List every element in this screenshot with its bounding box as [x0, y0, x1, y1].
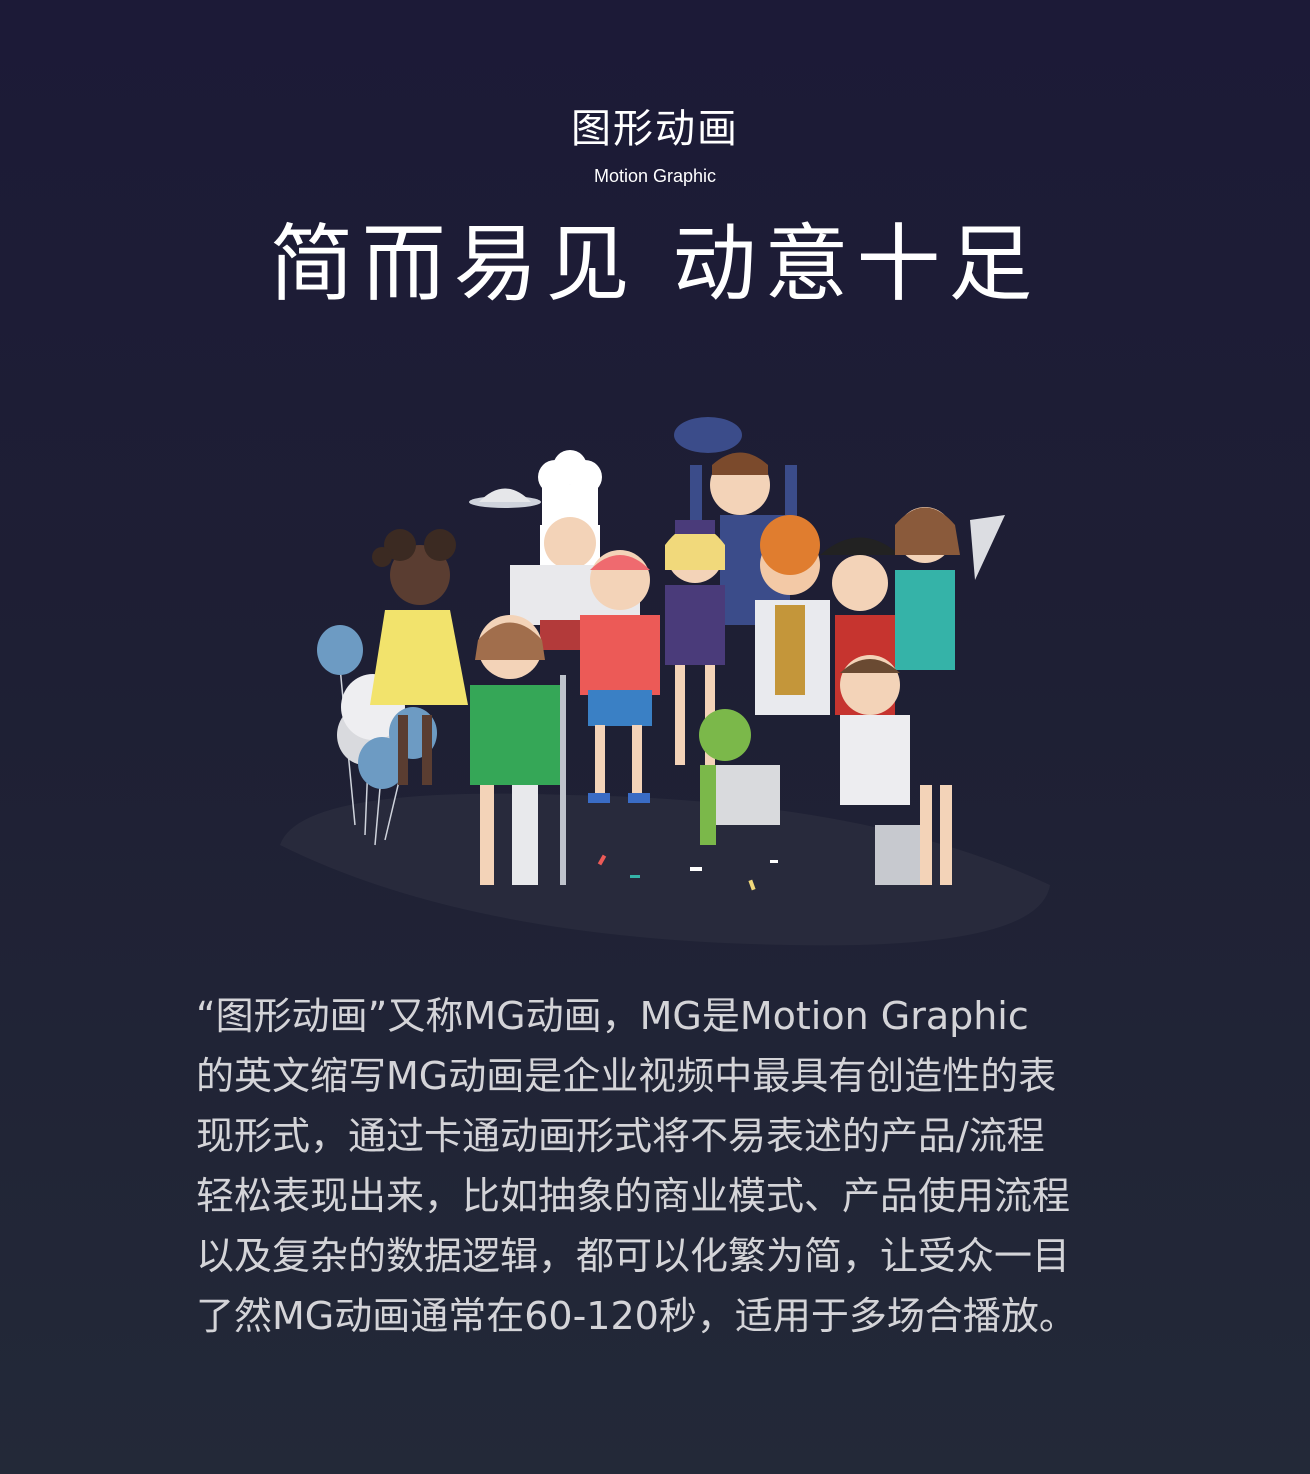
headline: 简而易见 动意十足 [269, 215, 1041, 313]
character-runner-girl [580, 550, 660, 803]
description-text: “图形动画”又称MG动画，MG是Motion Graphic 的英文缩写MG动画… [196, 986, 1126, 1346]
character-girl-teal [895, 507, 1005, 670]
character-scientist [755, 515, 830, 715]
section-subtitle: Motion Graphic [593, 166, 717, 186]
description-line: 现形式，通过卡通动画形式将不易表述的产品/流程 [196, 1114, 1045, 1158]
description-line: 以及复杂的数据逻辑，都可以化繁为简，让受众一目 [196, 1234, 1071, 1278]
description-line: “图形动画”又称MG动画，MG是Motion Graphic [196, 994, 1029, 1038]
characters-illustration [280, 417, 1050, 946]
description-line: 轻松表现出来，比如抽象的商业模式、产品使用流程 [196, 1174, 1071, 1218]
description-line: 的英文缩写MG动画是企业视频中最具有创造性的表 [196, 1054, 1057, 1098]
description-line: 了然MG动画通常在60-120秒，适用于多场合播放。 [196, 1294, 1077, 1338]
section-title: 图形动画 [571, 106, 739, 152]
character-zombie [699, 709, 780, 845]
